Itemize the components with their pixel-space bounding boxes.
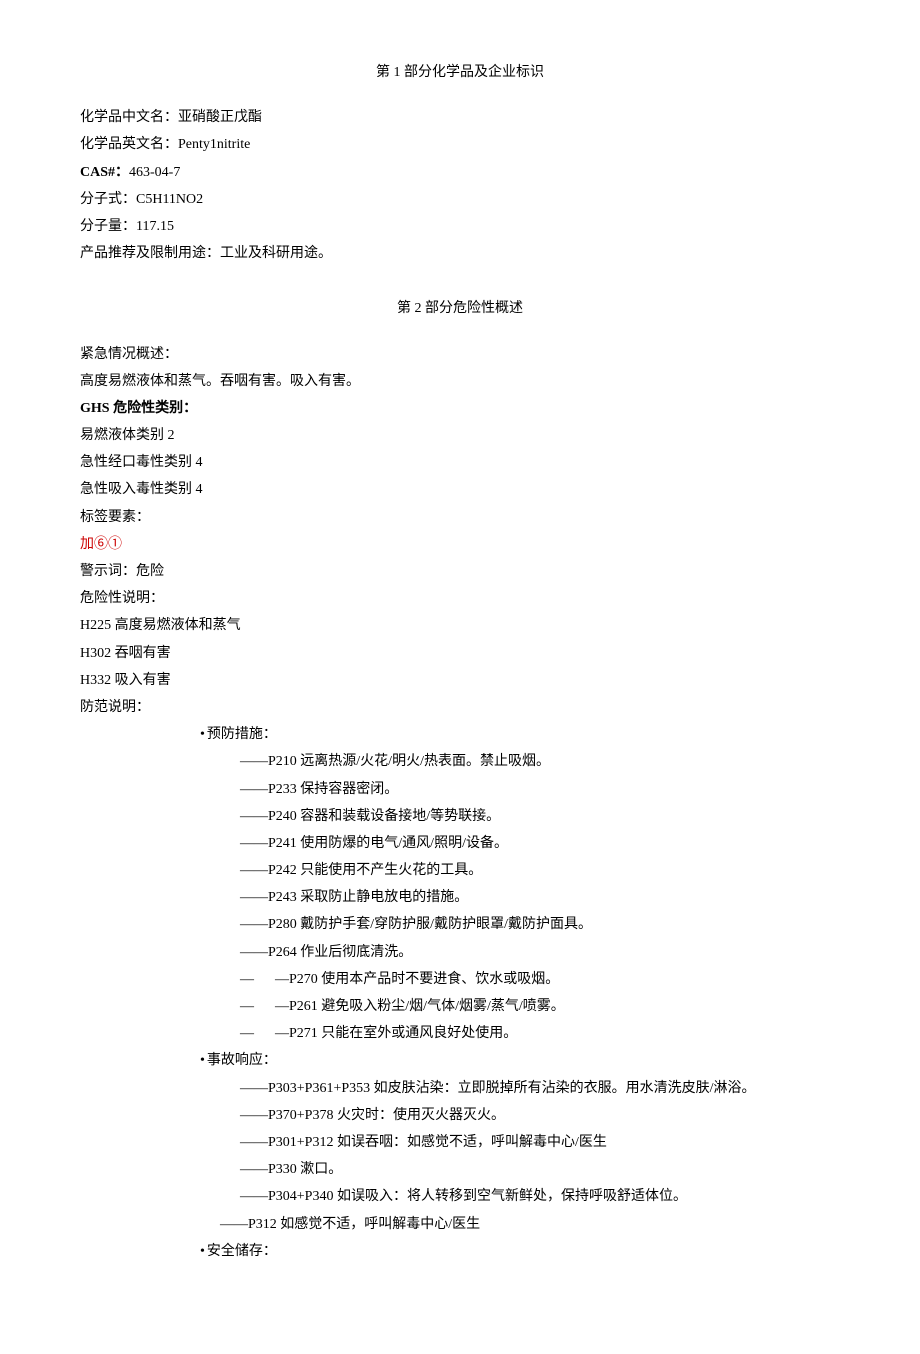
cas-line: CAS#：463-04-7 (80, 160, 840, 185)
p280: P280 戴防护手套/穿防护服/戴防护眼罩/戴防护面具。 (80, 912, 840, 937)
h302: H302 吞咽有害 (80, 641, 840, 666)
signal-word-label: 警示词： (80, 564, 136, 579)
h225: H225 高度易燃液体和蒸气 (80, 613, 840, 638)
p261: P261 避免吸入粉尘/烟/气体/烟雾/蒸气/喷雾。 (289, 999, 565, 1014)
chinese-name-value: 亚硝酸正戊酯 (178, 110, 262, 125)
ghs-cat-2: 急性经口毒性类别 4 (80, 450, 840, 475)
usage-value: 工业及科研用途。 (220, 246, 332, 261)
p233: P233 保持容器密闭。 (80, 777, 840, 802)
ghs-label: GHS 危险性类别： (80, 396, 840, 421)
p303: P303+P361+P353 如皮肤沾染：立即脱掉所有沾染的衣服。用水清洗皮肤/… (80, 1076, 840, 1101)
cas-label: CAS#： (80, 165, 129, 180)
formula-value: C5H11NO2 (136, 192, 203, 207)
emergency-label: 紧急情况概述： (80, 342, 840, 367)
p370: P370+P378 火灾时：使用灭火器灭火。 (80, 1103, 840, 1128)
response-title: 事故响应： (80, 1048, 840, 1073)
p304: P304+P340 如误吸入：将人转移到空气新鲜处，保持呼吸舒适体位。 (80, 1184, 840, 1209)
h332: H332 吸入有害 (80, 668, 840, 693)
p301: P301+P312 如误吞咽：如感觉不适，呼叫解毒中心/医生 (80, 1130, 840, 1155)
section-2-title: 第 2 部分危险性概述 (80, 296, 840, 321)
dash-1b: — (240, 999, 254, 1014)
chinese-name-line: 化学品中文名：亚硝酸正戊酯 (80, 105, 840, 130)
dash-1c: — (240, 1026, 254, 1041)
p241: P241 使用防爆的电气/通风/照明/设备。 (80, 831, 840, 856)
english-name-label: 化学品英文名： (80, 137, 178, 152)
p271: P271 只能在室外或通风良好处使用。 (289, 1026, 517, 1041)
dash-2c: — (275, 1026, 289, 1041)
dash-2: — (275, 972, 289, 987)
p261-line: — —P261 避免吸入粉尘/烟/气体/烟雾/蒸气/喷雾。 (80, 994, 840, 1019)
p242: P242 只能使用不产生火花的工具。 (80, 858, 840, 883)
dash-2b: — (275, 999, 289, 1014)
cas-value: 463-04-7 (129, 165, 180, 180)
dash-1: — (240, 972, 254, 987)
formula-label: 分子式： (80, 192, 136, 207)
usage-label: 产品推荐及限制用途： (80, 246, 220, 261)
hazard-label: 危险性说明： (80, 586, 840, 611)
chinese-name-label: 化学品中文名： (80, 110, 178, 125)
storage-title: 安全储存： (80, 1239, 840, 1264)
formula-line: 分子式：C5H11NO2 (80, 187, 840, 212)
p330: P330 漱口。 (80, 1157, 840, 1182)
ghs-cat-3: 急性吸入毒性类别 4 (80, 477, 840, 502)
weight-line: 分子量：117.15 (80, 214, 840, 239)
english-name-value: Penty1nitrite (178, 137, 250, 152)
weight-label: 分子量： (80, 219, 136, 234)
emergency-text: 高度易燃液体和蒸气。吞咽有害。吸入有害。 (80, 369, 840, 394)
p312: P312 如感觉不适，呼叫解毒中心/医生 (80, 1212, 840, 1237)
section-1-title: 第 1 部分化学品及企业标识 (80, 60, 840, 85)
p264: P264 作业后彻底清洗。 (80, 940, 840, 965)
p243: P243 采取防止静电放电的措施。 (80, 885, 840, 910)
signal-word-value: 危险 (136, 564, 164, 579)
p240: P240 容器和装载设备接地/等势联接。 (80, 804, 840, 829)
english-name-line: 化学品英文名：Penty1nitrite (80, 132, 840, 157)
signal-word-line: 警示词：危险 (80, 559, 840, 584)
p270: P270 使用本产品时不要进食、饮水或吸烟。 (289, 972, 559, 987)
p210: P210 远离热源/火花/明火/热表面。禁止吸烟。 (80, 749, 840, 774)
usage-line: 产品推荐及限制用途：工业及科研用途。 (80, 241, 840, 266)
section-2-content: 紧急情况概述： 高度易燃液体和蒸气。吞咽有害。吸入有害。 GHS 危险性类别： … (80, 342, 840, 1264)
prevention-title: 预防措施： (80, 722, 840, 747)
precaution-label: 防范说明： (80, 695, 840, 720)
p271-line: — —P271 只能在室外或通风良好处使用。 (80, 1021, 840, 1046)
weight-value: 117.15 (136, 219, 174, 234)
section-1-content: 化学品中文名：亚硝酸正戊酯 化学品英文名：Penty1nitrite CAS#：… (80, 105, 840, 266)
ghs-cat-1: 易燃液体类别 2 (80, 423, 840, 448)
p270-line: — —P270 使用本产品时不要进食、饮水或吸烟。 (80, 967, 840, 992)
pictogram-text: 加⑥① (80, 532, 840, 557)
label-elements: 标签要素： (80, 505, 840, 530)
